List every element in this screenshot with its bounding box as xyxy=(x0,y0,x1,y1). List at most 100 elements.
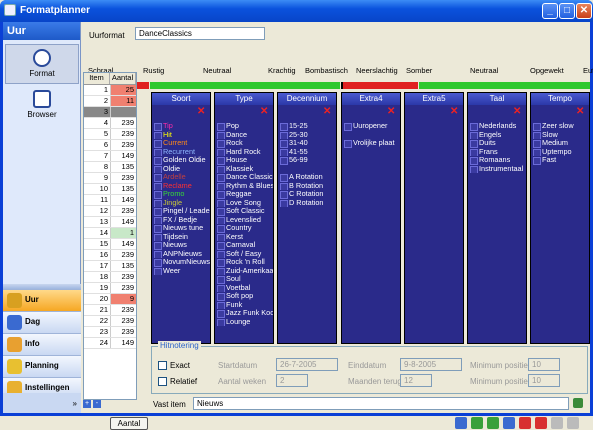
panel-item[interactable]: B Rotation xyxy=(278,182,336,190)
table-row[interactable]: 6 239 xyxy=(84,140,136,151)
table-row[interactable]: 11 149 xyxy=(84,195,136,206)
panel-item[interactable]: 56-99 xyxy=(278,156,336,165)
clear-icon[interactable]: ✕ xyxy=(260,107,269,117)
table-row[interactable]: 20 9 xyxy=(84,294,136,305)
browser-nav[interactable]: Browser xyxy=(5,86,79,126)
panel-item[interactable]: FX / Bedje xyxy=(152,216,210,224)
panel-item[interactable]: Current xyxy=(152,139,210,148)
panel-item[interactable]: Dance xyxy=(215,131,273,139)
panel-item[interactable]: Soft pop xyxy=(215,292,273,301)
save-button[interactable] xyxy=(551,417,563,429)
panel-item[interactable]: Jingle xyxy=(152,199,210,207)
col-aantal[interactable]: Aantal xyxy=(110,73,136,84)
delete-button[interactable] xyxy=(535,417,547,429)
relatief-checkbox[interactable] xyxy=(158,377,167,386)
panel-item[interactable]: Uptempo xyxy=(531,148,589,156)
table-row[interactable]: 5 239 xyxy=(84,129,136,140)
panel-item[interactable]: Fast xyxy=(531,156,589,165)
panel-item[interactable]: Weer xyxy=(152,267,210,275)
panel-item[interactable]: Ardelle xyxy=(152,173,210,182)
add-row-button[interactable]: + xyxy=(83,400,91,408)
table-row[interactable]: 3 xyxy=(84,107,136,118)
panel-item[interactable]: NovumNieuws xyxy=(152,258,210,267)
table-row[interactable]: 15 149 xyxy=(84,239,136,250)
panel-item[interactable]: Tip xyxy=(152,122,210,131)
table-row[interactable]: 4 239 xyxy=(84,118,136,129)
panel-item[interactable]: Dance Classic xyxy=(215,173,273,182)
cancel-button[interactable] xyxy=(567,417,579,429)
panel-item[interactable]: Lounge xyxy=(215,318,273,326)
table-row[interactable]: 22 239 xyxy=(84,316,136,327)
clear-icon[interactable]: ✕ xyxy=(323,107,332,117)
panel-item[interactable]: Love Song xyxy=(215,199,273,207)
panel-item[interactable]: Rock xyxy=(215,139,273,148)
next-button[interactable] xyxy=(487,417,499,429)
aantalweken-input[interactable]: 2 xyxy=(276,374,308,387)
panel-item[interactable]: Recurrent xyxy=(152,148,210,156)
panel-item[interactable]: Hit xyxy=(152,131,210,139)
panel-item[interactable]: Rythm & Blues xyxy=(215,182,273,190)
panel-item[interactable]: D Rotation xyxy=(278,199,336,207)
chevron-down-icon[interactable]: » xyxy=(73,399,77,408)
table-row[interactable]: 13 149 xyxy=(84,217,136,228)
panel-item[interactable]: ANPNieuws xyxy=(152,250,210,258)
startdatum-input[interactable]: 26-7-2005 xyxy=(276,358,338,371)
table-row[interactable]: 9 239 xyxy=(84,173,136,184)
table-row[interactable]: 2 11 xyxy=(84,96,136,107)
clear-icon[interactable]: ✕ xyxy=(513,107,522,117)
panel-item[interactable]: Tijdsein xyxy=(152,233,210,241)
previous-button[interactable] xyxy=(471,417,483,429)
uurformat-input[interactable]: DanceClassics xyxy=(135,27,265,40)
panel-item[interactable]: Nieuws tune xyxy=(152,224,210,233)
panel-item[interactable]: Instrumentaal xyxy=(468,165,526,173)
nav-uur[interactable]: Uur xyxy=(3,289,81,311)
panel-item[interactable]: Country xyxy=(215,224,273,233)
panel-item[interactable]: Reggae xyxy=(215,190,273,199)
nav-planning[interactable]: Planning xyxy=(3,355,81,377)
panel-item[interactable]: Nieuws xyxy=(152,241,210,250)
panel-item[interactable]: House xyxy=(215,156,273,165)
panel-item[interactable]: Pingel / Leader xyxy=(152,207,210,216)
panel-item[interactable]: 15-25 xyxy=(278,122,336,131)
table-row[interactable]: 12 239 xyxy=(84,206,136,217)
table-row[interactable]: 14 1 xyxy=(84,228,136,239)
panel-item[interactable]: 25-30 xyxy=(278,131,336,139)
table-row[interactable]: 7 149 xyxy=(84,151,136,162)
panel-item[interactable]: Golden Oldie xyxy=(152,156,210,165)
aantal-button[interactable]: Aantal xyxy=(110,417,148,430)
nav-info[interactable]: Info xyxy=(3,333,81,355)
last-button[interactable] xyxy=(503,417,515,429)
clear-icon[interactable]: ✕ xyxy=(387,107,396,117)
col-item[interactable]: Item xyxy=(84,73,110,84)
panel-item[interactable]: Voetbal xyxy=(215,284,273,292)
table-row[interactable]: 21 239 xyxy=(84,305,136,316)
clear-icon[interactable]: ✕ xyxy=(197,107,206,117)
panel-item[interactable]: Pop xyxy=(215,122,273,131)
panel-item[interactable]: Medium xyxy=(531,139,589,148)
format-nav[interactable]: Format xyxy=(5,44,79,84)
minpos-input[interactable]: 10 xyxy=(528,358,560,371)
minpos2-input[interactable]: 10 xyxy=(528,374,560,387)
panel-item[interactable]: Promo xyxy=(152,190,210,199)
nav-dag[interactable]: Dag xyxy=(3,311,81,333)
panel-item[interactable]: Carnaval xyxy=(215,241,273,250)
panel-item[interactable]: Duits xyxy=(468,139,526,148)
close-button[interactable]: ✕ xyxy=(576,3,592,19)
add-button[interactable] xyxy=(519,417,531,429)
panel-item[interactable]: Reclame xyxy=(152,182,210,190)
panel-item[interactable]: Funk xyxy=(215,301,273,309)
panel-item[interactable]: 41-55 xyxy=(278,148,336,156)
panel-item[interactable]: Levenslied xyxy=(215,216,273,224)
panel-item[interactable]: Nederlands xyxy=(468,122,526,131)
table-row[interactable]: 10 135 xyxy=(84,184,136,195)
panel-item[interactable]: Soft Classic xyxy=(215,207,273,216)
panel-item[interactable]: Vrolijke plaat xyxy=(342,139,400,148)
panel-item[interactable]: Slow xyxy=(531,131,589,139)
vastitem-input[interactable]: Nieuws xyxy=(193,397,569,410)
first-button[interactable] xyxy=(455,417,467,429)
table-row[interactable]: 24 149 xyxy=(84,338,136,349)
panel-item[interactable]: Engels xyxy=(468,131,526,139)
clear-icon[interactable]: ✕ xyxy=(576,107,585,117)
panel-item[interactable]: Rock 'n Roll xyxy=(215,258,273,267)
panel-item[interactable]: Zuid-Amerikaans xyxy=(215,267,273,275)
